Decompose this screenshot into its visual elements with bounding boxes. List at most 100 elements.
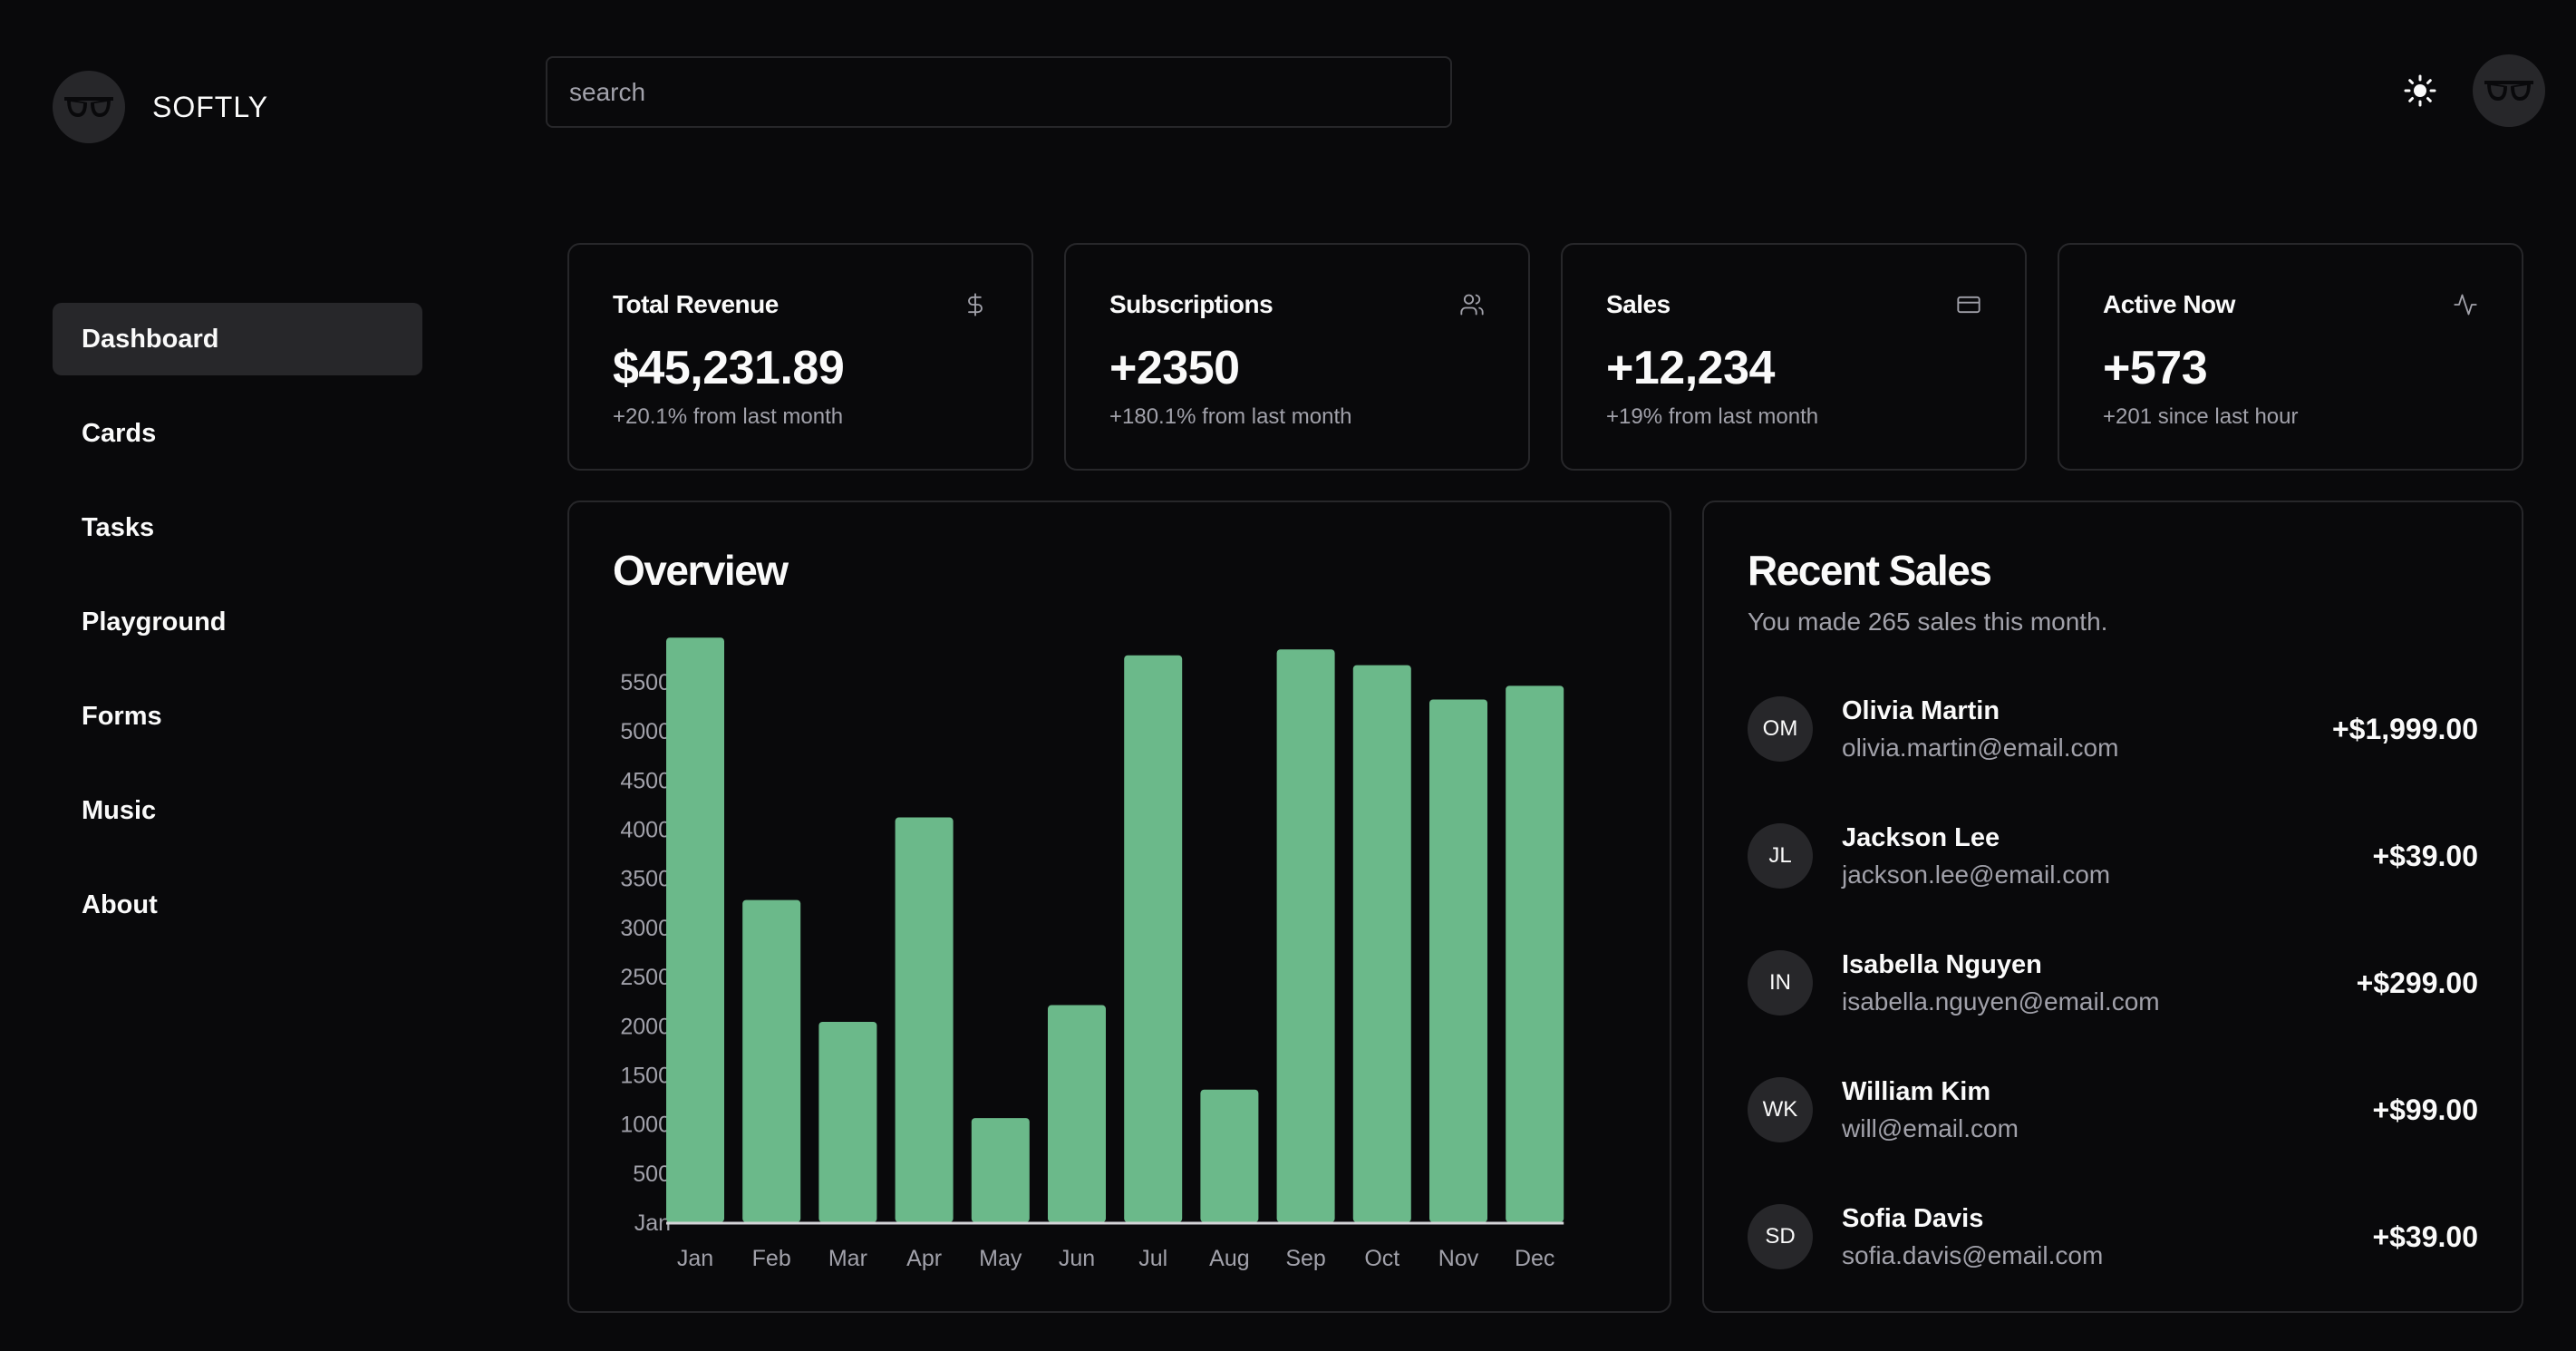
sidebar-item-label: Tasks xyxy=(82,512,155,542)
sale-info: William Kim will@email.com xyxy=(1842,1077,2372,1143)
sale-avatar: WK xyxy=(1748,1077,1813,1142)
stat-card-sales: Sales +12,234 +19% from last month xyxy=(1561,243,2027,471)
sale-email: jackson.lee@email.com xyxy=(1842,860,2111,889)
chart-bar-mar[interactable] xyxy=(818,1021,877,1222)
x-tick-label: Jul xyxy=(1138,1246,1167,1271)
sale-email: sofia.davis@email.com xyxy=(1842,1240,2104,1269)
chart-bar-aug[interactable] xyxy=(1200,1089,1259,1222)
recent-sales-title: Recent Sales xyxy=(1748,547,1992,594)
sale-amount: +$1,999.00 xyxy=(2331,712,2478,745)
stat-title: Total Revenue xyxy=(613,290,779,318)
y-tick-label: Jan xyxy=(634,1210,671,1236)
sale-name: Sofia Davis xyxy=(1842,1203,1984,1233)
sidebar-item-cards[interactable]: Cards xyxy=(53,397,422,470)
x-tick-label: Jan xyxy=(677,1246,713,1271)
stat-change: +20.1% from last month xyxy=(613,404,844,429)
chart-bar-jul[interactable] xyxy=(1124,655,1183,1222)
stat-value: $45,231.89 xyxy=(613,342,845,394)
x-tick-label: May xyxy=(979,1246,1022,1271)
sale-name: William Kim xyxy=(1842,1076,1991,1106)
stat-card-active-now: Active Now +573 +201 since last hour xyxy=(2058,243,2523,471)
sale-name: Olivia Martin xyxy=(1842,695,2000,725)
stat-value: +2350 xyxy=(1109,342,1240,394)
sidebar-item-dashboard[interactable]: Dashboard xyxy=(53,303,422,375)
sale-email: isabella.nguyen@email.com xyxy=(1842,987,2160,1016)
chart-bar-dec[interactable] xyxy=(1506,685,1564,1222)
theme-toggle-button[interactable] xyxy=(2400,71,2440,111)
stat-cards: Total Revenue $45,231.89 +20.1% from las… xyxy=(567,243,2523,471)
sidebar-item-forms[interactable]: Forms xyxy=(53,680,422,753)
chart-bar-may[interactable] xyxy=(971,1118,1030,1222)
sale-amount: +$39.00 xyxy=(2372,839,2478,872)
sale-row: SD Sofia Davis sofia.davis@email.com +$3… xyxy=(1748,1173,2478,1300)
y-tick-label: 4500 xyxy=(620,768,671,793)
y-tick-label: 5000 xyxy=(620,719,671,744)
y-tick-label: 3000 xyxy=(620,916,671,941)
recent-sales-card: Recent Sales You made 265 sales this mon… xyxy=(1702,501,2523,1313)
stat-title: Active Now xyxy=(2103,290,2235,318)
sale-row: JL Jackson Lee jackson.lee@email.com +$3… xyxy=(1748,792,2478,919)
sale-info: Jackson Lee jackson.lee@email.com xyxy=(1842,823,2372,889)
user-avatar[interactable] xyxy=(2473,54,2545,127)
stat-change: +19% from last month xyxy=(1606,404,1819,429)
stat-change: +180.1% from last month xyxy=(1109,404,1352,429)
sale-avatar: OM xyxy=(1748,696,1813,762)
sidebar-item-playground[interactable]: Playground xyxy=(53,586,422,658)
sun-icon xyxy=(2404,74,2436,107)
x-tick-label: Apr xyxy=(906,1246,942,1271)
sidebar-item-label: Cards xyxy=(82,418,157,448)
sidebar-item-label: Music xyxy=(82,795,157,825)
dollar-icon xyxy=(968,293,983,316)
sidebar-item-label: Playground xyxy=(82,607,227,637)
sale-row: WK William Kim will@email.com +$99.00 xyxy=(1748,1046,2478,1173)
sale-amount: +$99.00 xyxy=(2372,1093,2478,1126)
overview-card: Jan 500 1000 1500 2000 2500 3000 3500 4000 4500 50… xyxy=(567,501,1671,1313)
sidebar-item-music[interactable]: Music xyxy=(53,774,422,847)
sidebar-item-about[interactable]: About xyxy=(53,869,422,941)
activity-icon xyxy=(2454,294,2477,316)
y-tick-label: 2500 xyxy=(620,965,671,990)
recent-sales-subtitle: You made 265 sales this month. xyxy=(1748,607,2108,636)
sale-email: olivia.martin@email.com xyxy=(1842,733,2119,762)
sale-name: Isabella Nguyen xyxy=(1842,949,2042,979)
sale-avatar: JL xyxy=(1748,823,1813,889)
stat-title: Subscriptions xyxy=(1109,290,1273,318)
stat-value: +573 xyxy=(2103,342,2208,394)
y-tick-label: 3500 xyxy=(620,867,671,892)
brand[interactable]: SOFTLY xyxy=(53,71,268,143)
sidebar-item-label: About xyxy=(82,889,158,919)
sale-info: Isabella Nguyen isabella.nguyen@email.co… xyxy=(1842,950,2357,1016)
sidebar-item-label: Forms xyxy=(82,701,162,731)
y-tick-label: 1000 xyxy=(620,1113,671,1138)
x-tick-label: Aug xyxy=(1209,1246,1249,1271)
users-icon xyxy=(1460,294,1484,316)
stat-card-subscriptions: Subscriptions +2350 +180.1% from last mo… xyxy=(1064,243,1530,471)
chart-bar-jan[interactable] xyxy=(666,637,724,1222)
brand-name: SOFTLY xyxy=(152,90,269,123)
x-tick-label: Nov xyxy=(1438,1246,1479,1271)
x-tick-label: Feb xyxy=(752,1246,791,1271)
chart-bar-jun[interactable] xyxy=(1048,1005,1106,1222)
search-input[interactable] xyxy=(546,56,1452,128)
x-tick-label: Oct xyxy=(1364,1246,1399,1271)
sale-info: Olivia Martin olivia.martin@email.com xyxy=(1842,696,2332,763)
y-tick-label: 5500 xyxy=(620,670,671,695)
chart-bar-feb[interactable] xyxy=(742,899,801,1222)
y-tick-label: 4000 xyxy=(620,818,671,843)
chart-bar-nov[interactable] xyxy=(1429,699,1487,1222)
chart-bar-oct[interactable] xyxy=(1352,665,1411,1222)
x-tick-label: Sep xyxy=(1285,1246,1325,1271)
chart-bar-apr[interactable] xyxy=(895,817,954,1222)
sidebar-item-label: Dashboard xyxy=(82,324,219,354)
overview-bar-chart: Jan 500 1000 1500 2000 2500 3000 3500 4000 4500 50… xyxy=(620,637,1564,1271)
stat-change: +201 since last hour xyxy=(2103,404,2299,429)
glasses-icon xyxy=(64,97,113,117)
sidebar-item-tasks[interactable]: Tasks xyxy=(53,491,422,564)
sale-row: OM Olivia Martin olivia.martin@email.com… xyxy=(1748,666,2478,792)
chart-bar-sep[interactable] xyxy=(1276,649,1335,1222)
sale-email: will@email.com xyxy=(1842,1113,2019,1142)
y-tick-label: 2000 xyxy=(620,1014,671,1039)
brand-logo xyxy=(53,71,125,143)
y-tick-label: 500 xyxy=(633,1161,671,1187)
stat-value: +12,234 xyxy=(1606,342,1775,394)
